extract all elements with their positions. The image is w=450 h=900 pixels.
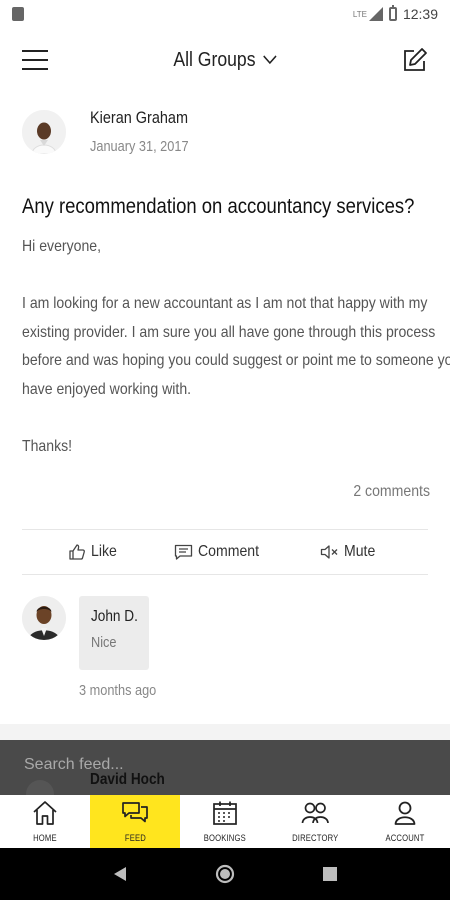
post-title: Any recommendation on accountancy servic… bbox=[22, 195, 415, 218]
post-author-row: Kieran Graham January 31, 2017 bbox=[22, 108, 430, 155]
tab-label: DIRECTORY bbox=[291, 833, 339, 843]
people-icon bbox=[301, 802, 329, 824]
like-label: Like bbox=[91, 543, 117, 560]
group-selector[interactable]: All Groups bbox=[163, 49, 286, 72]
feed-separator bbox=[0, 724, 450, 740]
post-body-line: I am looking for a new accountant as I a… bbox=[22, 295, 428, 312]
comment-author[interactable]: John D. bbox=[91, 608, 140, 626]
chevron-down-icon bbox=[262, 55, 277, 65]
post-date: January 31, 2017 bbox=[90, 138, 189, 155]
comment-text: Nice bbox=[91, 634, 117, 651]
comment-button[interactable]: Comment bbox=[174, 543, 267, 561]
back-triangle-icon bbox=[114, 867, 127, 881]
post-body-line: before and was hoping you could suggest … bbox=[22, 352, 450, 369]
compose-icon[interactable] bbox=[402, 47, 428, 73]
calendar-icon bbox=[213, 801, 237, 825]
avatar[interactable] bbox=[22, 596, 66, 640]
avatar[interactable] bbox=[22, 109, 66, 154]
post-body-line: Hi everyone, bbox=[22, 238, 102, 255]
home-circle-icon bbox=[215, 864, 235, 884]
tab-label: BOOKINGS bbox=[203, 833, 247, 843]
speaker-mute-icon bbox=[321, 545, 338, 559]
hamburger-menu-icon[interactable] bbox=[22, 50, 48, 70]
recents-button[interactable] bbox=[319, 863, 341, 885]
thumbs-up-icon bbox=[69, 544, 85, 560]
tab-account[interactable]: ACCOUNT bbox=[360, 795, 450, 848]
tab-home[interactable]: HOME bbox=[0, 795, 90, 848]
comment-time: 3 months ago bbox=[79, 682, 157, 699]
mute-label: Mute bbox=[344, 543, 376, 560]
search-input[interactable] bbox=[24, 752, 324, 778]
group-selector-label: All Groups bbox=[173, 48, 256, 71]
post-body: Hi everyone, I am looking for a new acco… bbox=[22, 233, 450, 461]
clock: 12:39 bbox=[402, 6, 438, 22]
home-button[interactable] bbox=[214, 863, 236, 885]
tab-bookings[interactable]: BOOKINGS bbox=[180, 795, 270, 848]
search-bar: David Hoch bbox=[0, 740, 450, 795]
post-author-name[interactable]: Kieran Graham bbox=[90, 108, 189, 128]
avatar-photo bbox=[22, 596, 66, 640]
post-body-line: have enjoyed working with. bbox=[22, 380, 192, 398]
comment-count[interactable]: 2 comments bbox=[71, 483, 430, 501]
person-icon bbox=[394, 801, 416, 825]
avatar-photo bbox=[22, 109, 66, 154]
network-type: LTE bbox=[352, 10, 367, 19]
tab-label: FEED bbox=[124, 833, 146, 843]
home-icon bbox=[33, 801, 57, 825]
bottom-tab-bar: HOME FEED BOOKINGS DIRECTORY ACCOUNT bbox=[0, 795, 450, 848]
like-button[interactable]: Like bbox=[68, 543, 120, 561]
tab-label: ACCOUNT bbox=[385, 833, 425, 843]
tab-directory[interactable]: DIRECTORY bbox=[270, 795, 360, 848]
feed-post: Kieran Graham January 31, 2017 Any recom… bbox=[22, 108, 450, 501]
post-body-line: Thanks! bbox=[22, 437, 73, 455]
avatar bbox=[26, 780, 54, 795]
battery-icon bbox=[388, 5, 397, 21]
mute-button[interactable]: Mute bbox=[320, 543, 380, 561]
chat-icon bbox=[122, 802, 148, 823]
signal-icon bbox=[368, 7, 383, 21]
divider bbox=[22, 574, 428, 575]
status-bar: LTE 12:39 bbox=[0, 0, 450, 28]
back-button[interactable] bbox=[109, 863, 131, 885]
sd-card-icon bbox=[12, 7, 24, 21]
post-actions: Like Comment Mute bbox=[22, 530, 428, 574]
tab-feed[interactable]: FEED bbox=[90, 795, 180, 848]
comment-label: Comment bbox=[197, 543, 259, 560]
app-bar: All Groups bbox=[0, 28, 450, 92]
recents-square-icon bbox=[322, 867, 337, 881]
comment-bubble: John D. Nice bbox=[79, 596, 149, 670]
post-body-line: existing provider. I am sure you all hav… bbox=[22, 323, 436, 341]
system-navigation-bar bbox=[0, 848, 450, 900]
tab-label: HOME bbox=[33, 833, 57, 843]
comment-icon bbox=[174, 544, 192, 560]
